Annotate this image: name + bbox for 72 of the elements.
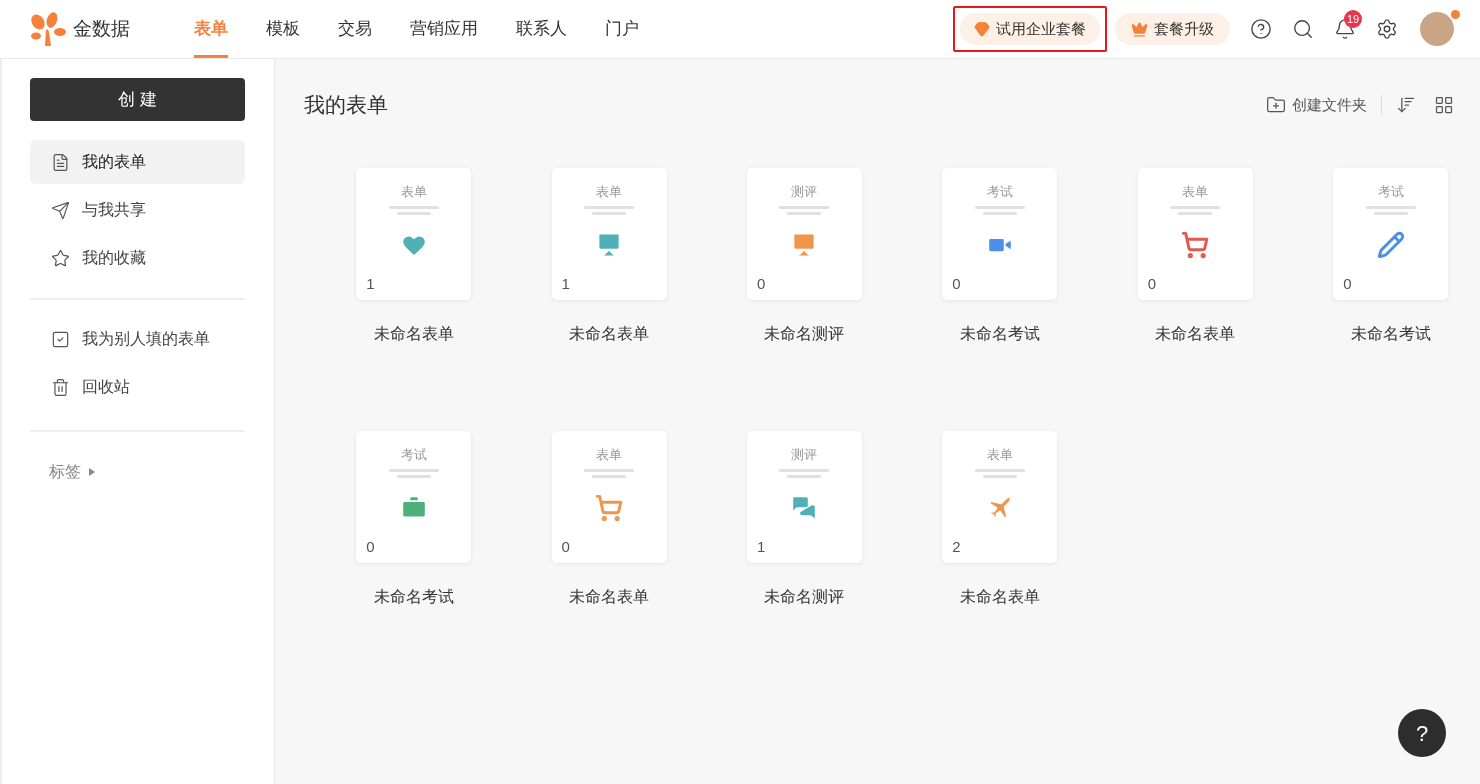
checkbox-icon — [51, 329, 70, 349]
form-card[interactable]: 表单 1 — [356, 167, 472, 300]
form-card[interactable]: 测评 0 — [746, 167, 862, 300]
form-type-label: 表单 — [596, 446, 623, 463]
response-count: 1 — [561, 274, 570, 294]
response-count: 1 — [366, 274, 375, 294]
paper-plane-icon — [51, 200, 70, 220]
response-count: 0 — [756, 274, 766, 294]
sidebar-item[interactable]: 我的表单 — [30, 140, 245, 184]
nav-tab[interactable]: 营销应用 — [410, 0, 478, 58]
trial-plan-button[interactable]: 试用企业套餐 — [960, 13, 1100, 45]
form-card[interactable]: 表单 1 — [551, 167, 667, 300]
form-type-label: 测评 — [791, 446, 818, 463]
form-type-label: 测评 — [791, 183, 818, 200]
form-card[interactable]: 表单 0 — [551, 430, 667, 563]
response-count: 0 — [366, 537, 375, 557]
form-name: 未命名表单 — [1155, 323, 1236, 344]
form-card[interactable]: 考试 0 — [942, 167, 1058, 300]
form-name: 未命名表单 — [959, 586, 1040, 607]
response-count: 0 — [561, 537, 570, 557]
form-name: 未命名考试 — [1350, 323, 1431, 344]
form-type-label: 表单 — [1182, 183, 1209, 200]
form-type-label: 考试 — [1377, 183, 1404, 200]
response-count: 0 — [1147, 274, 1157, 294]
form-card[interactable]: 表单 2 — [942, 430, 1058, 563]
form-name: 未命名测评 — [764, 586, 845, 607]
form-name: 未命名表单 — [373, 323, 454, 344]
crown-icon — [1131, 20, 1148, 38]
triangle-right-icon — [89, 468, 95, 476]
form-name: 未命名考试 — [373, 586, 454, 607]
brand-name: 金数据 — [73, 16, 130, 41]
response-count: 2 — [952, 537, 961, 557]
tags-toggle[interactable]: 标签 — [49, 460, 95, 484]
create-button[interactable]: 创 建 — [30, 78, 245, 121]
form-type-label: 表单 — [400, 183, 427, 200]
sidebar-item[interactable]: 与我共享 — [30, 188, 245, 232]
response-count: 0 — [952, 274, 961, 294]
help-icon[interactable] — [1250, 18, 1272, 40]
form-card[interactable]: 考试 0 — [356, 430, 472, 563]
diamond-icon — [974, 21, 990, 37]
sidebar-item[interactable]: 回收站 — [30, 365, 245, 409]
form-name: 未命名表单 — [569, 586, 650, 607]
settings-icon[interactable] — [1376, 18, 1398, 40]
search-icon[interactable] — [1292, 18, 1314, 40]
form-name: 未命名测评 — [764, 323, 845, 344]
nav-tab[interactable]: 门户 — [605, 0, 639, 58]
form-card[interactable]: 测评 1 — [746, 430, 862, 563]
folder-plus-icon — [1266, 94, 1286, 115]
upgrade-button[interactable]: 套餐升级 — [1115, 13, 1230, 45]
form-type-label: 考试 — [986, 183, 1013, 200]
form-card[interactable]: 考试 0 — [1333, 167, 1449, 300]
form-name: 未命名考试 — [959, 323, 1040, 344]
nav-tab[interactable]: 交易 — [338, 0, 372, 58]
tree-logo-icon — [30, 12, 66, 46]
page-title: 我的表单 — [304, 92, 388, 118]
notification-badge: 19 — [1344, 10, 1363, 28]
nav-tab[interactable]: 联系人 — [516, 0, 567, 58]
sidebar-item[interactable]: 我的收藏 — [30, 236, 245, 280]
trash-icon — [51, 377, 70, 397]
document-icon — [51, 152, 70, 172]
response-count: 0 — [1343, 274, 1352, 294]
sidebar-item[interactable]: 我为别人填的表单 — [30, 317, 245, 361]
response-count: 1 — [756, 537, 766, 557]
form-type-label: 考试 — [400, 446, 427, 463]
star-icon — [51, 248, 70, 268]
form-card[interactable]: 表单 0 — [1137, 167, 1253, 300]
nav-tab[interactable]: 模板 — [266, 0, 300, 58]
form-name: 未命名表单 — [569, 323, 650, 344]
grid-view-icon[interactable] — [1434, 94, 1454, 115]
new-folder-button[interactable]: 创建文件夹 — [1266, 93, 1367, 116]
form-type-label: 表单 — [596, 183, 623, 200]
form-type-label: 表单 — [986, 446, 1013, 463]
